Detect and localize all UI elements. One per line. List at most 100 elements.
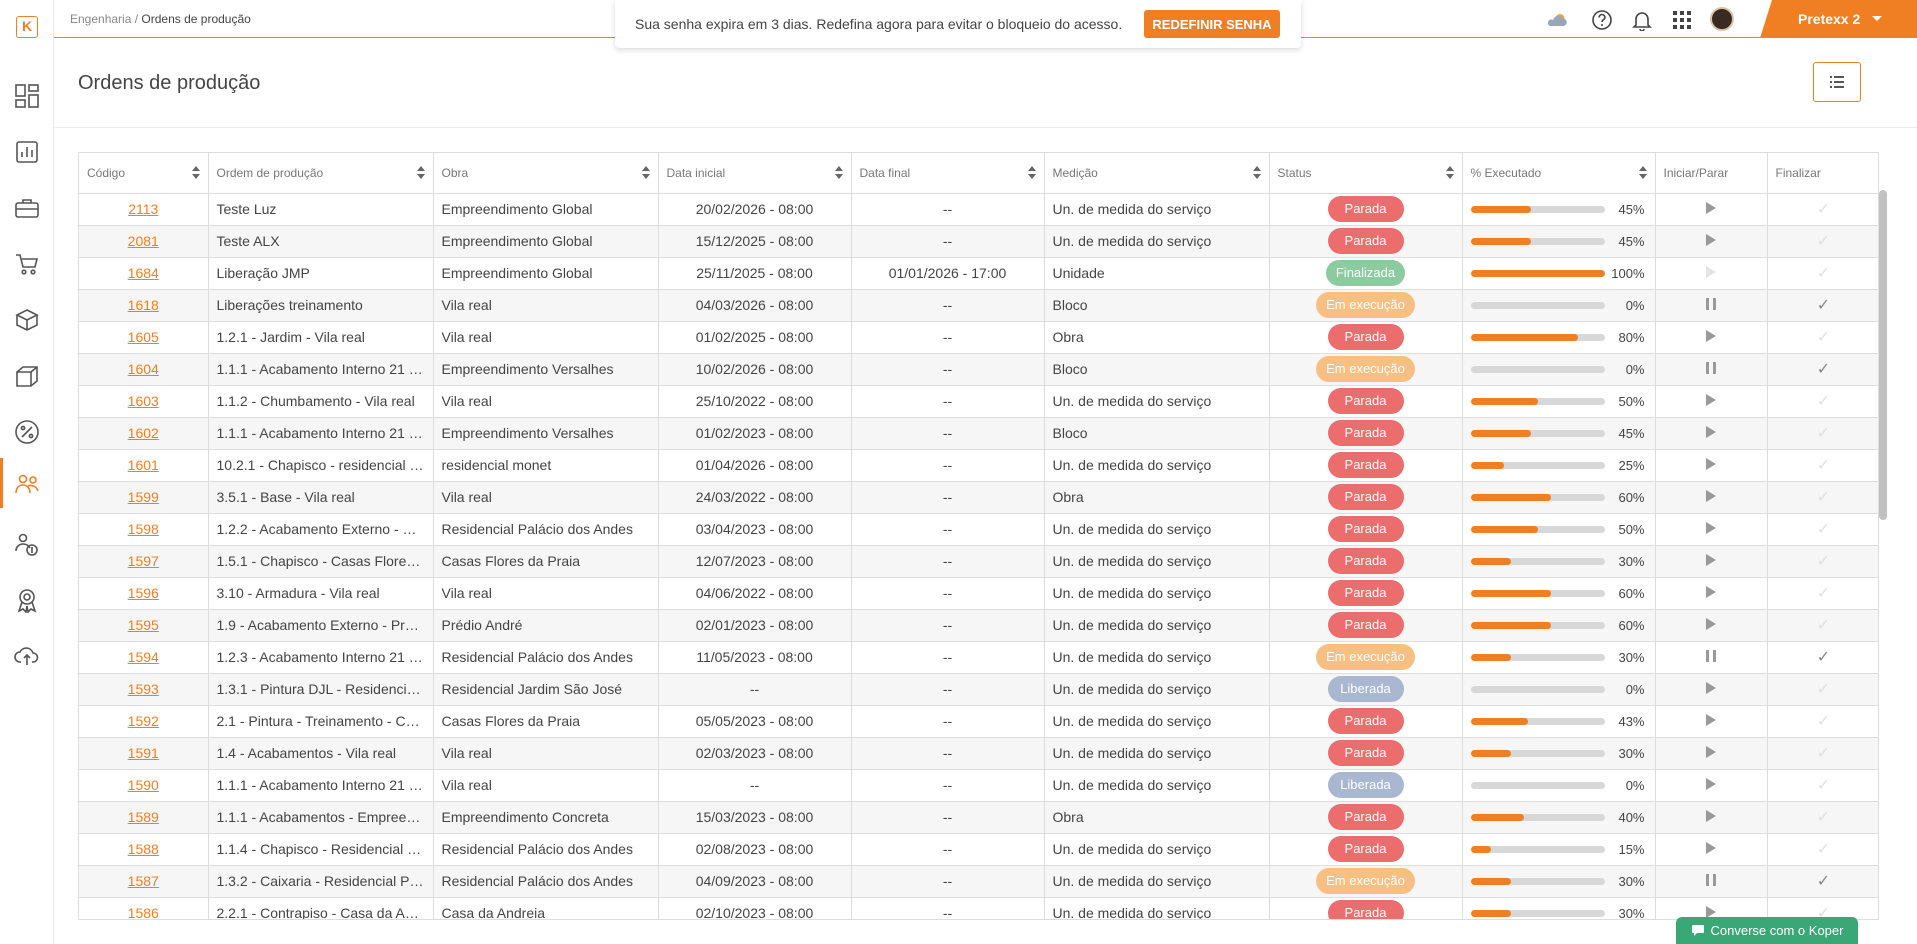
play-icon[interactable] <box>1706 490 1716 502</box>
sort-icon[interactable] <box>1252 166 1261 180</box>
package-icon[interactable] <box>13 362 41 390</box>
percent-icon[interactable] <box>13 418 41 446</box>
sort-icon[interactable] <box>416 166 425 180</box>
cloud-upload-icon[interactable] <box>13 642 41 670</box>
play-icon[interactable] <box>1706 394 1716 406</box>
play-icon[interactable] <box>1706 458 1716 470</box>
people-money-icon[interactable] <box>13 530 41 558</box>
play-icon[interactable] <box>1706 330 1716 342</box>
briefcase-icon[interactable] <box>13 194 41 222</box>
order-code-link[interactable]: 1592 <box>128 713 159 729</box>
pause-icon[interactable] <box>1706 650 1716 662</box>
play-icon[interactable] <box>1706 234 1716 246</box>
boxes-icon[interactable] <box>13 306 41 334</box>
table-row[interactable]: 1588 1.1.4 - Chapisco - Residencial Palác… <box>79 833 1878 866</box>
table-row[interactable]: 1587 1.3.2 - Caixaria - Residencial Palác… <box>79 865 1878 898</box>
table-row[interactable]: 1599 3.5.1 - Base - Vila real Vila real 24/… <box>79 481 1878 514</box>
table-row[interactable]: 1590 1.1.1 - Acabamento Interno 21 - Vila… <box>79 769 1878 802</box>
award-icon[interactable] <box>13 586 41 614</box>
avatar[interactable] <box>1710 7 1734 31</box>
table-row[interactable]: 1605 1.2.1 - Jardim - Vila real Vila real 0… <box>79 321 1878 354</box>
pause-icon[interactable] <box>1706 874 1716 886</box>
play-icon[interactable] <box>1706 554 1716 566</box>
table-row[interactable]: 1604 1.1.1 - Acabamento Interno 21 - A Emp… <box>79 353 1878 386</box>
dashboard-icon[interactable] <box>13 82 41 110</box>
order-code-link[interactable]: 1596 <box>128 585 159 601</box>
order-code-link[interactable]: 2113 <box>128 201 158 217</box>
user-menu[interactable]: Pretexx 2 <box>1760 0 1917 38</box>
order-code-link[interactable]: 1604 <box>128 361 159 377</box>
order-code-link[interactable]: 1684 <box>128 265 159 281</box>
help-icon[interactable] <box>1590 8 1614 32</box>
play-icon[interactable] <box>1706 682 1716 694</box>
sort-icon[interactable] <box>1445 166 1454 180</box>
sort-icon[interactable] <box>641 166 650 180</box>
order-code-link[interactable]: 1586 <box>128 905 159 919</box>
koper-logo[interactable]: K <box>16 16 38 38</box>
order-code-link[interactable]: 1603 <box>128 393 159 409</box>
column-header[interactable]: Data inicial <box>658 153 852 194</box>
table-row[interactable]: 1601 10.2.1 - Chapisco - residencial mone… <box>79 449 1878 482</box>
column-header[interactable]: Ordem de produção <box>208 153 434 194</box>
table-row[interactable]: 1603 1.1.2 - Chumbamento - Vila real Vila … <box>79 385 1878 418</box>
chat-button[interactable]: Converse com o Koper <box>1676 917 1858 944</box>
breadcrumb-parent[interactable]: Engenharia <box>70 12 131 26</box>
order-code-link[interactable]: 1590 <box>128 777 159 793</box>
scrollbar[interactable] <box>1879 190 1887 520</box>
table-row[interactable]: 1593 1.3.1 - Pintura DJL - Residencial Ja… <box>79 673 1878 706</box>
table-row[interactable]: 1602 1.1.1 - Acabamento Interno 21 - B Emp… <box>79 417 1878 450</box>
chart-icon[interactable] <box>13 138 41 166</box>
table-row[interactable]: 1594 1.2.3 - Acabamento Interno 21 - Resi… <box>79 641 1878 674</box>
check-icon[interactable]: ✓ <box>1817 647 1830 667</box>
sort-icon[interactable] <box>1027 166 1036 180</box>
table-row[interactable]: 1596 3.10 - Armadura - Vila real Vila real… <box>79 577 1878 610</box>
check-icon[interactable]: ✓ <box>1817 359 1830 379</box>
table-row[interactable]: 1598 1.2.2 - Acabamento Externo - Residen… <box>79 513 1878 546</box>
play-icon[interactable] <box>1706 426 1716 438</box>
table-row[interactable]: 1597 1.5.1 - Chapisco - Casas Flores da P… <box>79 545 1878 578</box>
play-icon[interactable] <box>1706 842 1716 854</box>
play-icon[interactable] <box>1706 586 1716 598</box>
play-icon[interactable] <box>1706 522 1716 534</box>
pause-icon[interactable] <box>1706 298 1716 310</box>
column-header[interactable]: Data final <box>851 153 1045 194</box>
order-code-link[interactable]: 1597 <box>128 553 159 569</box>
check-icon[interactable]: ✓ <box>1817 871 1830 891</box>
order-code-link[interactable]: 1598 <box>128 521 159 537</box>
notifications-icon[interactable] <box>1630 8 1654 32</box>
play-icon[interactable] <box>1706 714 1716 726</box>
play-icon[interactable] <box>1706 778 1716 790</box>
sort-icon[interactable] <box>191 166 200 180</box>
play-icon[interactable] <box>1706 810 1716 822</box>
play-icon[interactable] <box>1706 746 1716 758</box>
cart-icon[interactable] <box>13 250 41 278</box>
table-row[interactable]: 1586 2.2.1 - Contrapiso - Casa da Andreia… <box>79 897 1878 919</box>
order-code-link[interactable]: 1601 <box>128 457 159 473</box>
apps-grid-icon[interactable] <box>1670 8 1694 32</box>
table-row[interactable]: 1591 1.4 - Acabamentos - Vila real Vila re… <box>79 737 1878 770</box>
order-code-link[interactable]: 1591 <box>128 745 159 761</box>
weather-icon[interactable] <box>1545 8 1569 32</box>
table-row[interactable]: 1618 Liberações treinamento Vila real 04/03… <box>79 289 1878 322</box>
order-code-link[interactable]: 1587 <box>128 873 159 889</box>
order-code-link[interactable]: 1595 <box>128 617 159 633</box>
order-code-link[interactable]: 1588 <box>128 841 159 857</box>
engineering-icon[interactable] <box>13 470 41 498</box>
play-icon[interactable] <box>1706 618 1716 630</box>
order-code-link[interactable]: 2081 <box>128 233 159 249</box>
column-header[interactable]: Código <box>79 153 209 194</box>
reset-password-button[interactable]: REDEFINIR SENHA <box>1144 10 1280 38</box>
sort-icon[interactable] <box>1638 166 1647 180</box>
table-row[interactable]: 2081 Teste ALX Empreendimento Global 15/12/… <box>79 225 1878 258</box>
column-header[interactable]: Obra <box>433 153 659 194</box>
column-header[interactable]: Status <box>1269 153 1463 194</box>
list-options-button[interactable] <box>1813 62 1861 102</box>
pause-icon[interactable] <box>1706 362 1716 374</box>
order-code-link[interactable]: 1618 <box>128 297 159 313</box>
order-code-link[interactable]: 1599 <box>128 489 159 505</box>
order-code-link[interactable]: 1602 <box>128 425 159 441</box>
table-row[interactable]: 1592 2.1 - Pintura - Treinamento - Casas … <box>79 705 1878 738</box>
table-row[interactable]: 1589 1.1.1 - Acabamentos - Empreendimento… <box>79 801 1878 834</box>
table-row[interactable]: 1595 1.9 - Acabamento Externo - Prédio An… <box>79 609 1878 642</box>
column-header[interactable]: % Executado <box>1462 153 1656 194</box>
